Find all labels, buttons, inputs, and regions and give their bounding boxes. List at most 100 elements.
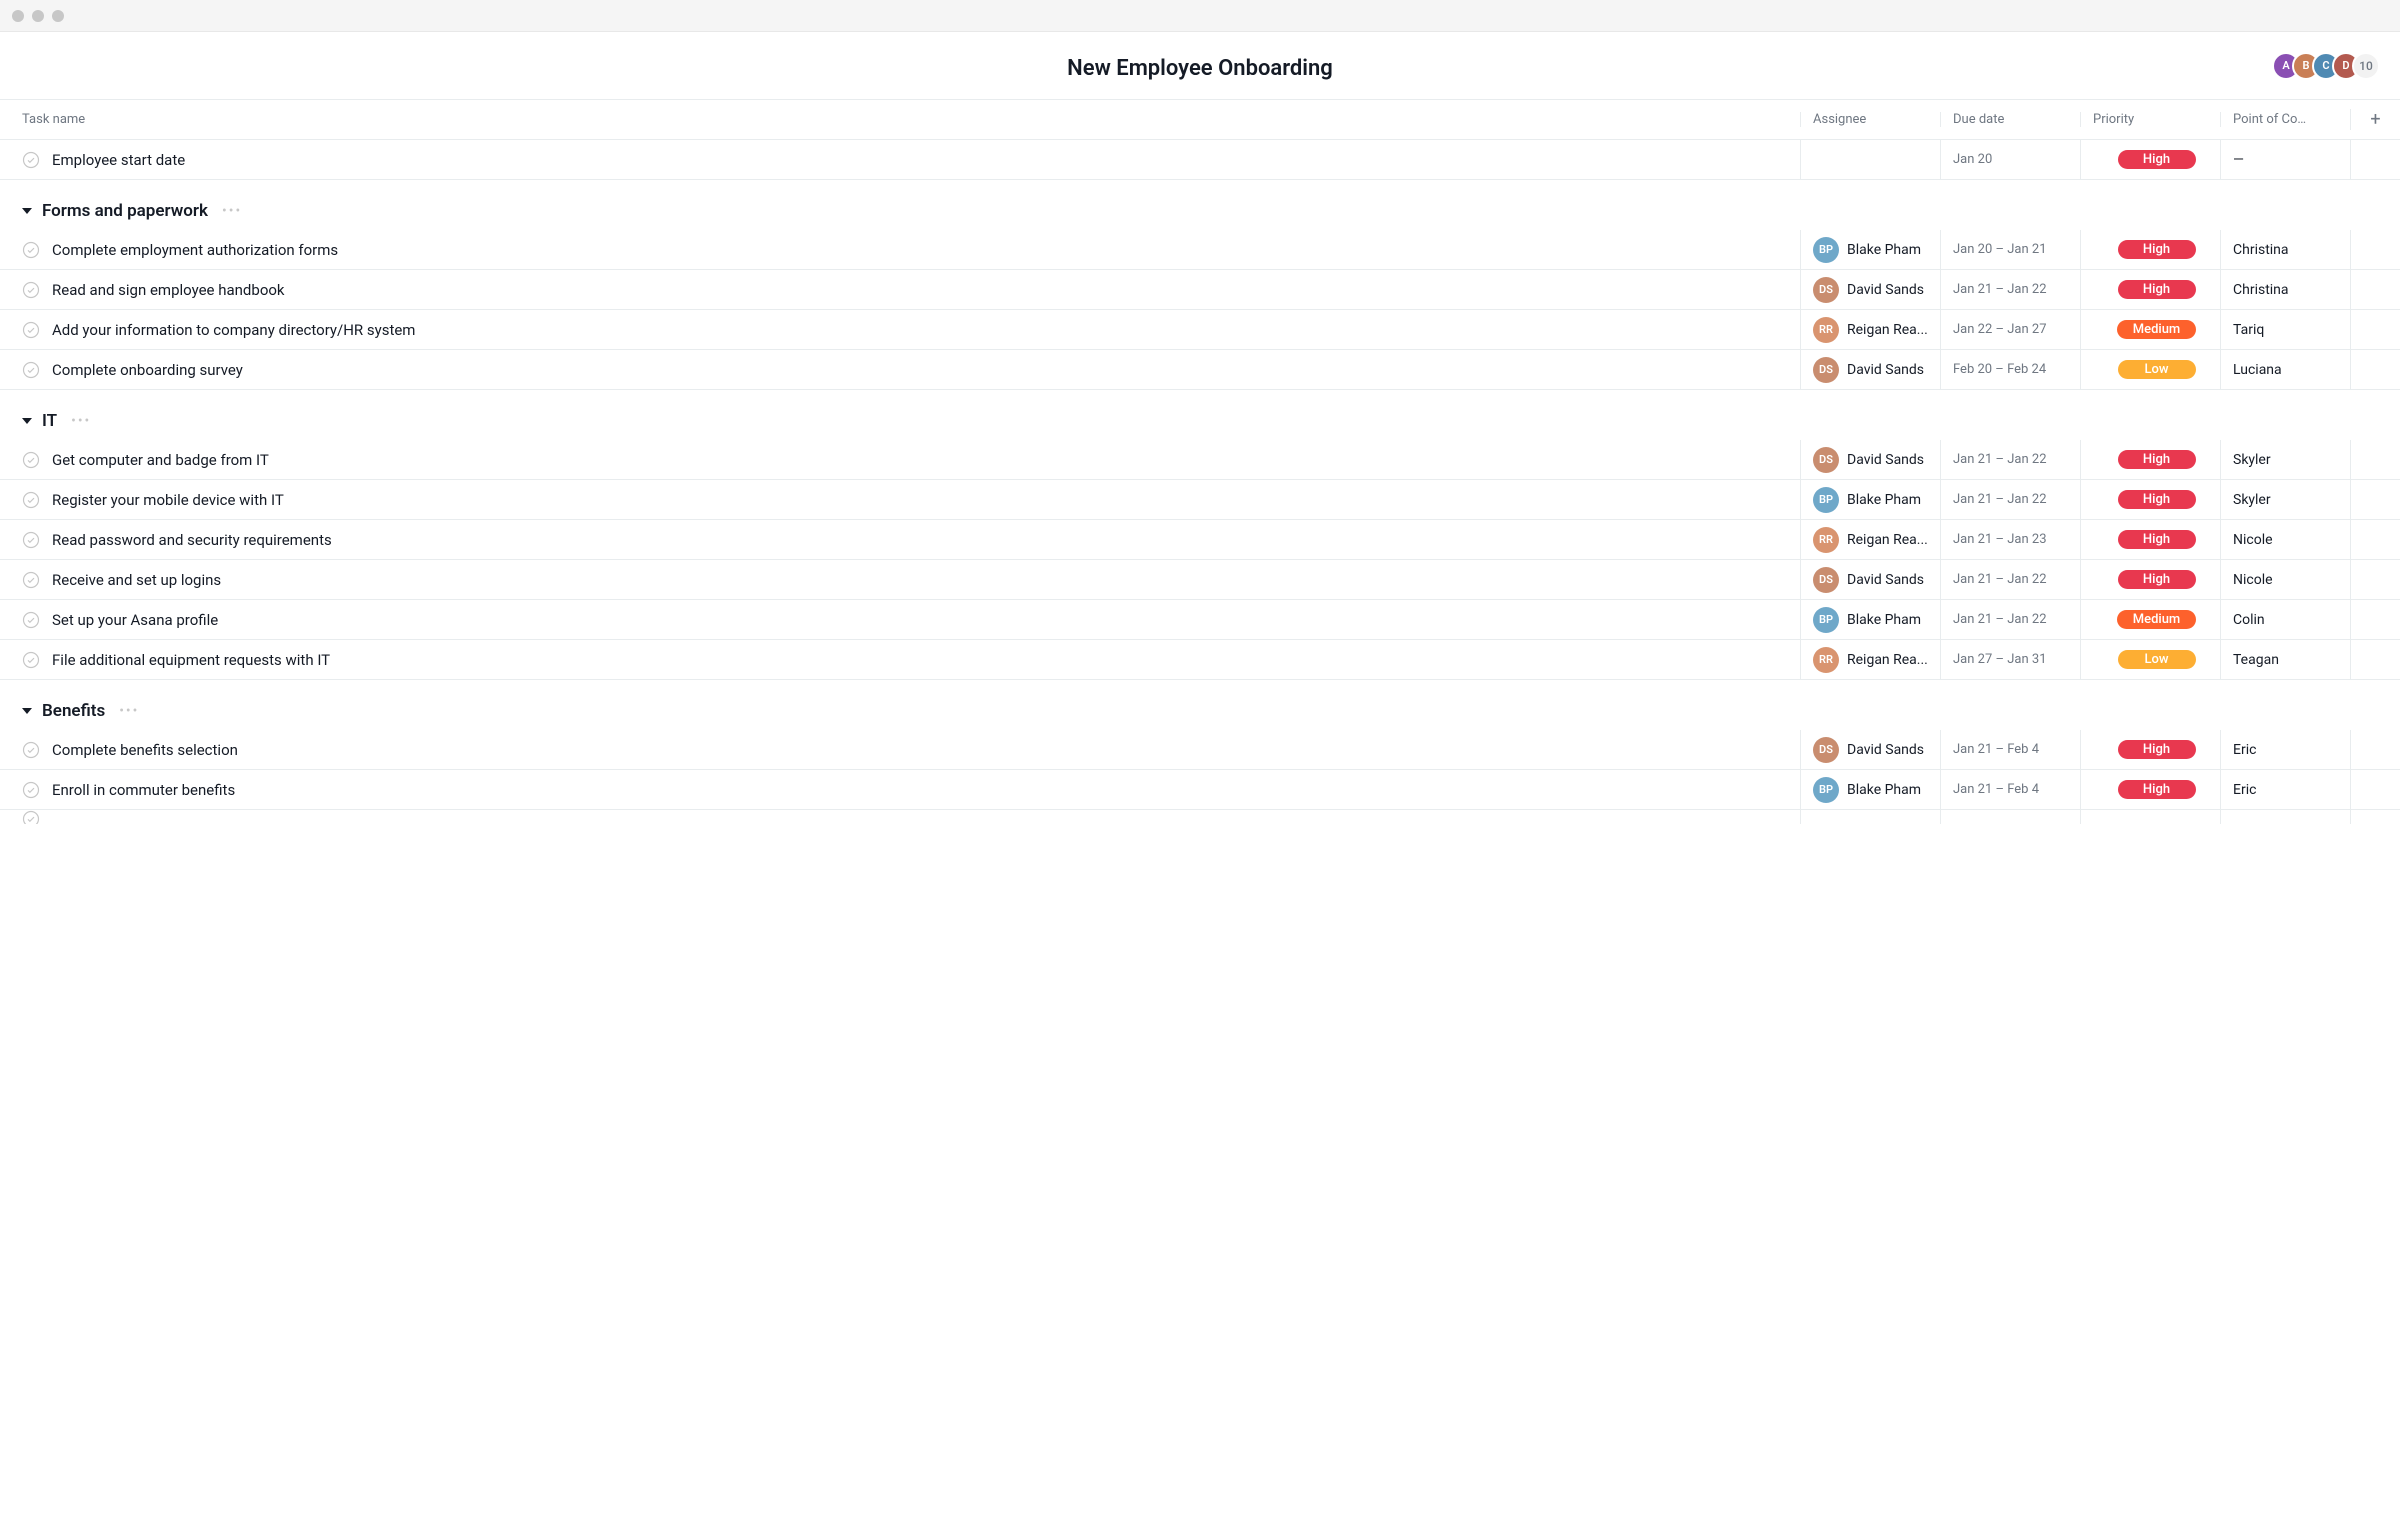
- traffic-light-close[interactable]: [12, 10, 24, 22]
- due-cell[interactable]: Jan 21 – Jan 22: [1940, 440, 2080, 479]
- assignee-cell[interactable]: BP Blake Pham: [1800, 770, 1940, 809]
- contact-cell[interactable]: Christina: [2220, 270, 2350, 309]
- assignee-cell[interactable]: BP Blake Pham: [1800, 600, 1940, 639]
- traffic-light-zoom[interactable]: [52, 10, 64, 22]
- task-row[interactable]: Read password and security requirements …: [0, 520, 2400, 560]
- section-caret-icon[interactable]: [22, 708, 32, 714]
- section-actions-icon[interactable]: •••: [222, 203, 242, 219]
- contact-cell[interactable]: Eric: [2220, 770, 2350, 809]
- task-row[interactable]: Get computer and badge from IT DS David …: [0, 440, 2400, 480]
- section-actions-icon[interactable]: •••: [71, 413, 91, 429]
- contact-cell[interactable]: Luciana: [2220, 350, 2350, 389]
- traffic-light-minimize[interactable]: [32, 10, 44, 22]
- due-cell[interactable]: Jan 21 – Feb 4: [1940, 770, 2080, 809]
- priority-cell[interactable]: Low: [2080, 350, 2220, 389]
- complete-check-icon[interactable]: [22, 491, 40, 509]
- contact-cell[interactable]: Colin: [2220, 600, 2350, 639]
- priority-cell[interactable]: High: [2080, 730, 2220, 769]
- contact-cell[interactable]: Nicole: [2220, 560, 2350, 599]
- priority-cell[interactable]: High: [2080, 440, 2220, 479]
- due-cell[interactable]: Jan 20 – Jan 21: [1940, 230, 2080, 269]
- priority-cell[interactable]: High: [2080, 140, 2220, 179]
- due-cell[interactable]: Jan 21 – Jan 23: [1940, 520, 2080, 559]
- priority-cell[interactable]: Medium: [2080, 600, 2220, 639]
- col-header-task[interactable]: Task name: [0, 112, 1800, 127]
- complete-check-icon[interactable]: [22, 451, 40, 469]
- priority-cell[interactable]: High: [2080, 270, 2220, 309]
- priority-cell[interactable]: High: [2080, 230, 2220, 269]
- assignee-cell[interactable]: DS David Sands: [1800, 560, 1940, 599]
- priority-cell[interactable]: Low: [2080, 810, 2220, 824]
- contact-cell[interactable]: Nicole: [2220, 520, 2350, 559]
- assignee-cell[interactable]: RR Reigan Rea...: [1800, 310, 1940, 349]
- section-actions-icon[interactable]: •••: [119, 703, 139, 719]
- complete-check-icon[interactable]: [22, 321, 40, 339]
- complete-check-icon[interactable]: [22, 531, 40, 549]
- task-row[interactable]: Enroll in commuter benefits BP Blake Pha…: [0, 770, 2400, 810]
- due-cell[interactable]: Jan 21 – Feb 4: [1940, 730, 2080, 769]
- contact-cell[interactable]: Skyler: [2220, 480, 2350, 519]
- section-header[interactable]: Forms and paperwork •••: [0, 180, 2400, 230]
- assignee-cell[interactable]: [1800, 140, 1940, 179]
- add-column-button[interactable]: +: [2350, 109, 2400, 130]
- task-row[interactable]: Low: [0, 810, 2400, 824]
- task-row[interactable]: File additional equipment requests with …: [0, 640, 2400, 680]
- priority-cell[interactable]: Medium: [2080, 310, 2220, 349]
- complete-check-icon[interactable]: [22, 361, 40, 379]
- complete-check-icon[interactable]: [22, 741, 40, 759]
- col-header-due[interactable]: Due date: [1940, 112, 2080, 127]
- task-row[interactable]: Receive and set up logins DS David Sands…: [0, 560, 2400, 600]
- contact-cell[interactable]: Christina: [2220, 230, 2350, 269]
- assignee-cell[interactable]: BP Blake Pham: [1800, 480, 1940, 519]
- assignee-cell[interactable]: RR Reigan Rea...: [1800, 520, 1940, 559]
- due-cell[interactable]: Jan 22 – Jan 27: [1940, 310, 2080, 349]
- complete-check-icon[interactable]: [22, 651, 40, 669]
- due-cell[interactable]: Jan 27 – Jan 31: [1940, 640, 2080, 679]
- task-row[interactable]: Add your information to company director…: [0, 310, 2400, 350]
- contact-cell[interactable]: Tariq: [2220, 310, 2350, 349]
- priority-cell[interactable]: High: [2080, 480, 2220, 519]
- col-header-priority[interactable]: Priority: [2080, 112, 2220, 127]
- due-cell[interactable]: Jan 21 – Jan 22: [1940, 270, 2080, 309]
- priority-cell[interactable]: High: [2080, 560, 2220, 599]
- assignee-cell[interactable]: DS David Sands: [1800, 440, 1940, 479]
- contact-cell[interactable]: [2220, 810, 2350, 824]
- task-row[interactable]: Register your mobile device with IT BP B…: [0, 480, 2400, 520]
- assignee-cell[interactable]: RR Reigan Rea...: [1800, 640, 1940, 679]
- due-cell[interactable]: Jan 20: [1940, 140, 2080, 179]
- complete-check-icon[interactable]: [22, 281, 40, 299]
- collaborator-stack[interactable]: ABCD10: [2280, 52, 2380, 80]
- col-header-contact[interactable]: Point of Co…: [2220, 112, 2350, 127]
- section-header[interactable]: Benefits •••: [0, 680, 2400, 730]
- priority-cell[interactable]: High: [2080, 770, 2220, 809]
- section-header[interactable]: IT •••: [0, 390, 2400, 440]
- col-header-assignee[interactable]: Assignee: [1800, 112, 1940, 127]
- due-cell[interactable]: Jan 21 – Jan 22: [1940, 560, 2080, 599]
- task-row[interactable]: Complete employment authorization forms …: [0, 230, 2400, 270]
- task-row[interactable]: Complete benefits selection DS David San…: [0, 730, 2400, 770]
- due-cell[interactable]: [1940, 810, 2080, 824]
- complete-check-icon[interactable]: [22, 241, 40, 259]
- section-caret-icon[interactable]: [22, 418, 32, 424]
- priority-cell[interactable]: Low: [2080, 640, 2220, 679]
- due-cell[interactable]: Jan 21 – Jan 22: [1940, 600, 2080, 639]
- due-cell[interactable]: Feb 20 – Feb 24: [1940, 350, 2080, 389]
- complete-check-icon[interactable]: [22, 810, 40, 824]
- priority-cell[interactable]: High: [2080, 520, 2220, 559]
- complete-check-icon[interactable]: [22, 781, 40, 799]
- assignee-cell[interactable]: DS David Sands: [1800, 270, 1940, 309]
- task-row[interactable]: Read and sign employee handbook DS David…: [0, 270, 2400, 310]
- contact-cell[interactable]: Eric: [2220, 730, 2350, 769]
- assignee-cell[interactable]: BP Blake Pham: [1800, 230, 1940, 269]
- section-caret-icon[interactable]: [22, 208, 32, 214]
- complete-check-icon[interactable]: [22, 571, 40, 589]
- collaborator-overflow[interactable]: 10: [2352, 52, 2380, 80]
- task-row[interactable]: Employee start date Jan 20 High —: [0, 140, 2400, 180]
- assignee-cell[interactable]: DS David Sands: [1800, 730, 1940, 769]
- due-cell[interactable]: Jan 21 – Jan 22: [1940, 480, 2080, 519]
- task-row[interactable]: Set up your Asana profile BP Blake Pham …: [0, 600, 2400, 640]
- assignee-cell[interactable]: [1800, 810, 1940, 824]
- complete-check-icon[interactable]: [22, 151, 40, 169]
- task-row[interactable]: Complete onboarding survey DS David Sand…: [0, 350, 2400, 390]
- contact-cell[interactable]: Teagan: [2220, 640, 2350, 679]
